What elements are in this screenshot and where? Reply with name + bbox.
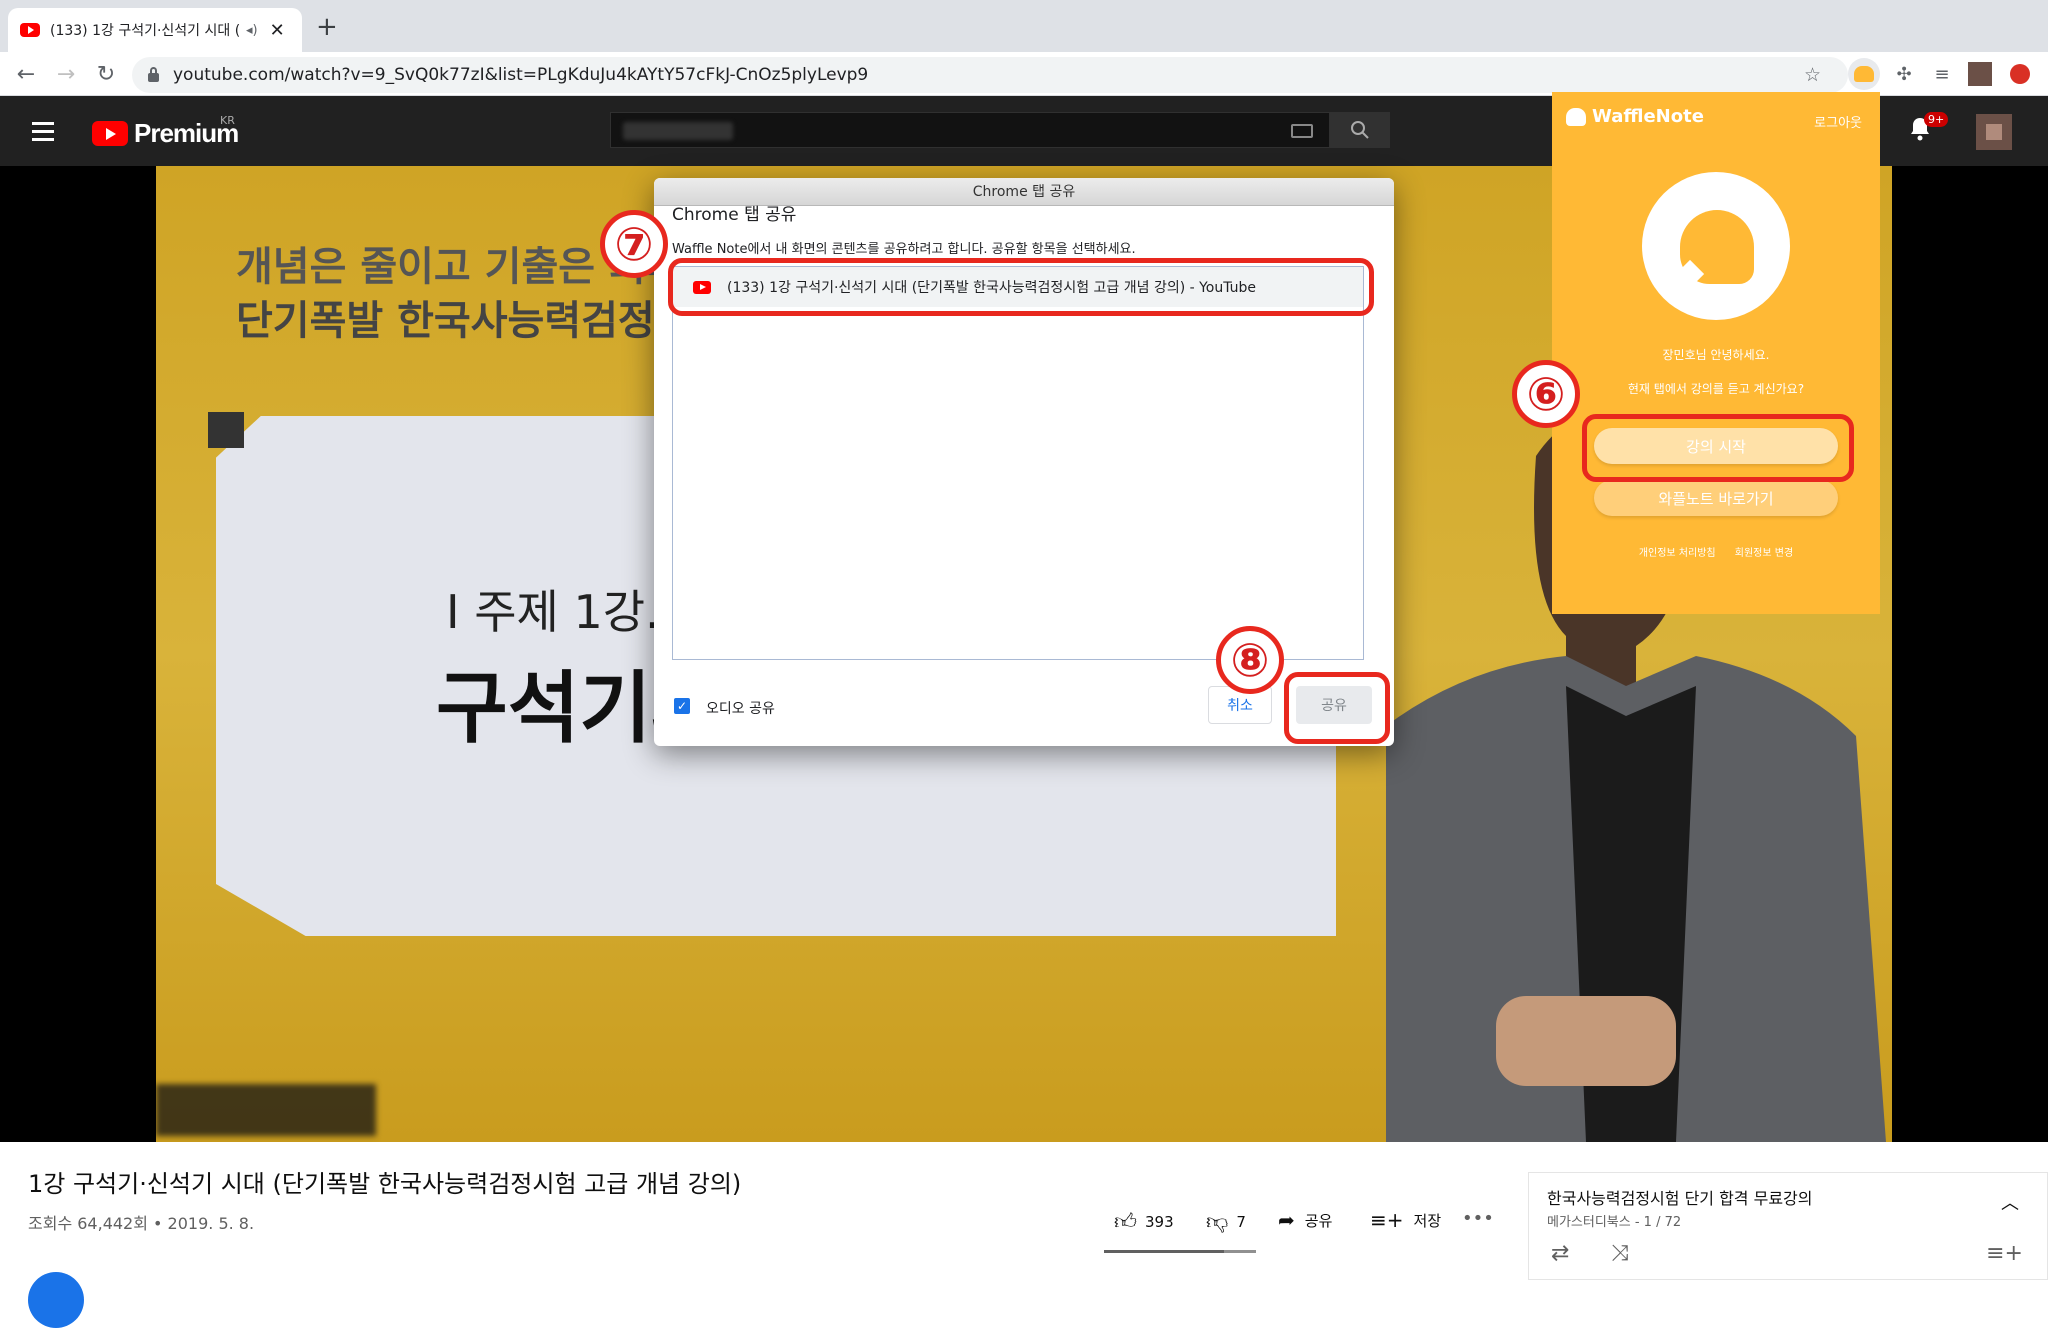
logout-link[interactable]: 로그아웃	[1814, 112, 1862, 131]
notification-count-badge: 9+	[1924, 112, 1949, 127]
search-query-blurred	[623, 122, 733, 140]
playlist-panel: 한국사능력검정시험 단기 합격 무료강의 메가스터디북스 - 1 / 72 ︿ …	[1528, 1172, 2048, 1280]
youtube-play-icon	[92, 121, 128, 146]
step-8-marker: ⑧	[1216, 626, 1284, 694]
search-icon	[1351, 121, 1369, 139]
share-audio-label: 오디오 공유	[706, 701, 775, 717]
playlist-title[interactable]: 한국사능력검정시험 단기 합격 무료강의	[1547, 1185, 1813, 1209]
shuffle-icon[interactable]: ⤨	[1611, 1241, 1629, 1266]
question-text: 현재 탭에서 강의를 듣고 계신가요?	[1627, 382, 1805, 396]
url-text: youtube.com/watch?v=9_SvQ0k77zI&list=PLg…	[173, 65, 869, 85]
save-video-button[interactable]: ≡+ 저장	[1370, 1208, 1441, 1232]
browser-toolbar: ← → ↻ youtube.com/watch?v=9_SvQ0k77zI&li…	[0, 52, 2048, 96]
wafflenote-mascot-icon	[1642, 172, 1790, 320]
more-actions-button[interactable]: •••	[1462, 1208, 1494, 1229]
share-audio-checkbox[interactable]: ✓	[674, 698, 690, 714]
address-bar[interactable]: youtube.com/watch?v=9_SvQ0k77zI&list=PLg…	[132, 57, 1848, 93]
step-6-marker: ⑥	[1512, 360, 1580, 428]
user-avatar[interactable]	[1976, 114, 2012, 150]
tab-list: (133) 1강 구석기·신석기 시대 (단기폭발 한국사능력검정시험 고급 개…	[672, 266, 1364, 660]
go-to-wafflenote-button[interactable]: 와플노트 바로가기	[1594, 480, 1838, 516]
share-video-button[interactable]: ➦ 공유	[1278, 1208, 1332, 1232]
dialog-description: Waffle Note에서 내 화면의 콘텐츠를 공유하려고 합니다. 공유할 …	[672, 242, 1136, 257]
wafflenote-popup: WaffleNote 로그아웃 장민호님 안녕하세요. 현재 탭에서 강의를 듣…	[1552, 92, 1880, 614]
youtube-favicon-icon	[20, 23, 40, 37]
playlist-subtitle: 메가스터디북스 - 1 / 72	[1547, 1215, 1682, 1230]
step-7-marker: ⑦	[600, 210, 668, 278]
highlight-tab-item	[668, 258, 1374, 316]
wafflenote-cloud-icon	[1566, 107, 1586, 126]
privacy-policy-link[interactable]: 개인정보 처리방침	[1639, 548, 1716, 559]
highlight-share-button	[1284, 672, 1390, 744]
update-icon[interactable]	[2004, 58, 2036, 90]
highlight-start-lecture	[1582, 414, 1854, 482]
profile-icon[interactable]	[1964, 58, 1996, 90]
board-topic-text: I 주제 1강.	[446, 585, 660, 639]
media-queue-icon[interactable]: ≡	[1926, 58, 1958, 90]
dialog-heading: Chrome 탭 공유	[672, 205, 797, 225]
video-watermark	[156, 1084, 376, 1136]
bookmark-star-icon[interactable]: ☆	[1804, 64, 1821, 86]
wafflenote-extension-icon[interactable]	[1848, 58, 1880, 90]
add-to-queue-icon[interactable]: ≡+	[1986, 1241, 2023, 1266]
reload-icon[interactable]: ↻	[92, 62, 120, 87]
dislike-button[interactable]: 👎︎ 7	[1206, 1208, 1246, 1235]
thumbs-up-icon: 👍︎	[1114, 1210, 1137, 1235]
wafflenote-logo: WaffleNote	[1566, 106, 1704, 127]
menu-icon[interactable]	[32, 122, 54, 146]
share-arrow-icon: ➦	[1278, 1208, 1295, 1232]
extensions-puzzle-icon[interactable]: ✣	[1888, 58, 1920, 90]
search-button[interactable]	[1330, 112, 1390, 148]
channel-avatar[interactable]	[28, 1272, 84, 1328]
loop-icon[interactable]: ⇄	[1551, 1241, 1569, 1266]
greeting-text: 장민호님 안녕하세요.	[1662, 348, 1770, 362]
edit-profile-link[interactable]: 회원정보 변경	[1735, 548, 1793, 559]
speaker-icon[interactable]: ◂)	[246, 23, 258, 38]
search-input[interactable]	[610, 112, 1330, 148]
youtube-logo[interactable]: Premium	[92, 118, 239, 149]
video-meta: 조회수 64,442회 • 2019. 5. 8.	[28, 1214, 255, 1233]
collapse-chevron-icon[interactable]: ︿	[2001, 1189, 2019, 1215]
video-title: 1강 구석기·신석기 시대 (단기폭발 한국사능력검정시험 고급 개념 강의)	[28, 1170, 742, 1198]
slide-board-marker	[208, 412, 244, 448]
browser-tab-active[interactable]: (133) 1강 구석기·신석기 시대 ( ◂) ✕	[8, 8, 302, 52]
forward-arrow-icon[interactable]: →	[52, 62, 80, 87]
region-label: KR	[220, 114, 235, 127]
keyboard-icon[interactable]	[1291, 124, 1313, 138]
close-tab-icon[interactable]: ✕	[270, 20, 285, 41]
new-tab-icon[interactable]: +	[316, 12, 338, 42]
footer-links: 개인정보 처리방침 회원정보 변경	[1552, 544, 1880, 559]
lock-icon	[148, 66, 159, 82]
thumbs-down-icon: 👎︎	[1206, 1210, 1229, 1235]
like-button[interactable]: 👍︎ 393	[1114, 1208, 1174, 1235]
tab-title: (133) 1강 구석기·신석기 시대 (	[50, 23, 240, 39]
like-ratio-bar	[1104, 1250, 1256, 1253]
back-arrow-icon[interactable]: ←	[12, 62, 40, 87]
add-to-playlist-icon: ≡+	[1370, 1208, 1404, 1232]
browser-tab-strip: (133) 1강 구석기·신석기 시대 ( ◂) ✕ +	[0, 0, 2048, 52]
